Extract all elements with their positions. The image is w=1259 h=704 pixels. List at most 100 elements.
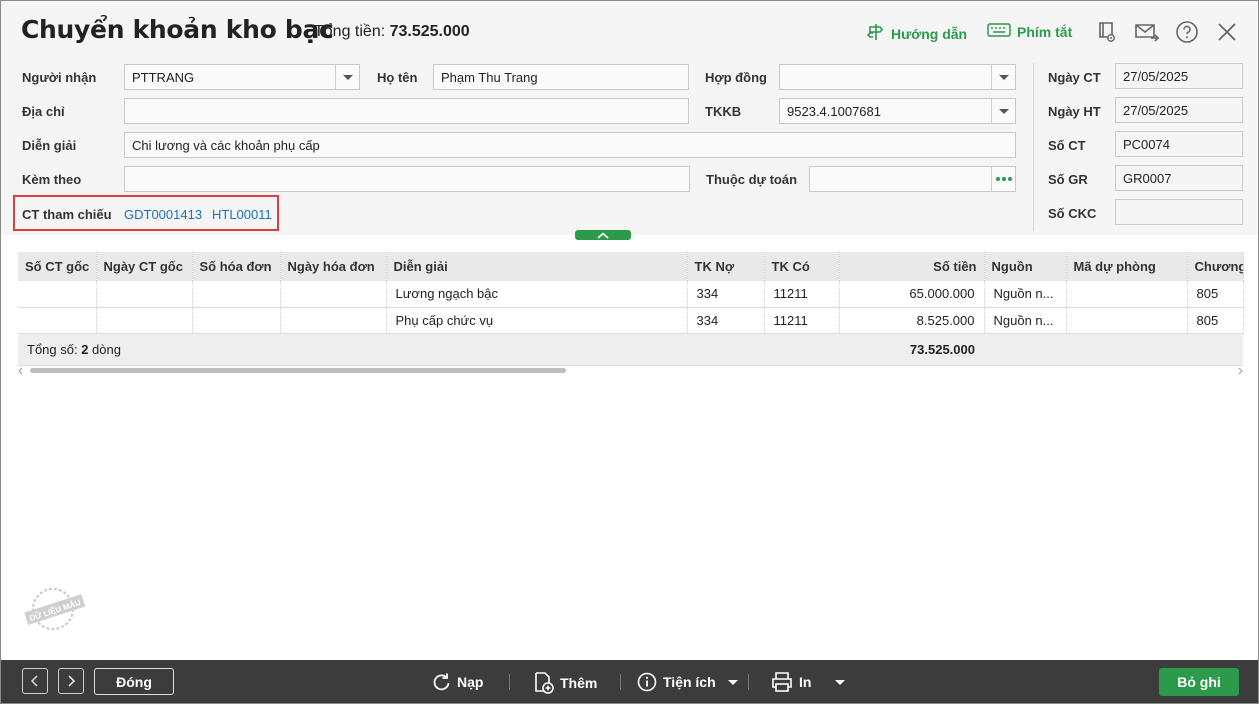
bottom-toolbar: Đóng Nạp Thêm Tiện ích In Bỏ ghi bbox=[1, 660, 1258, 703]
posting-date-field[interactable]: 27/05/2025 bbox=[1115, 97, 1243, 123]
table-cell[interactable]: 11211 bbox=[764, 307, 840, 334]
add-button[interactable]: Thêm bbox=[534, 672, 597, 694]
table-cell[interactable] bbox=[18, 307, 97, 334]
table-cell[interactable] bbox=[192, 281, 281, 308]
shortcut-label: Phím tắt bbox=[1017, 23, 1073, 40]
table-cell[interactable] bbox=[18, 281, 97, 308]
table-cell[interactable] bbox=[280, 307, 387, 334]
column-header[interactable]: Mã dự phòng bbox=[1066, 252, 1188, 281]
contract-select[interactable] bbox=[779, 64, 1016, 90]
scroll-left-icon[interactable] bbox=[18, 367, 24, 375]
table-cell[interactable]: 8.525.000 bbox=[839, 307, 985, 334]
shortcut-button[interactable]: Phím tắt bbox=[987, 23, 1072, 40]
chevron-down-icon[interactable] bbox=[991, 99, 1015, 123]
voucher-window: Chuyển khoản kho bạc Tổng tiền: 73.525.0… bbox=[0, 0, 1259, 704]
chevron-down-icon bbox=[727, 679, 738, 685]
full-name-field[interactable]: Phạm Thu Trang bbox=[433, 64, 689, 90]
help-icon[interactable] bbox=[1174, 19, 1200, 45]
table-cell[interactable]: 334 bbox=[687, 307, 765, 334]
voucher-date-field[interactable]: 27/05/2025 bbox=[1115, 63, 1243, 89]
chevron-down-icon[interactable] bbox=[991, 65, 1015, 89]
table-cell[interactable]: Lương ngạch bậc bbox=[386, 281, 688, 308]
info-icon bbox=[637, 672, 657, 692]
grid-total: 73.525.000 bbox=[839, 333, 984, 366]
page-title: Chuyển khoản kho bạc bbox=[21, 15, 334, 44]
address-label: Địa chỉ bbox=[22, 104, 65, 119]
description-field[interactable]: Chi lương và các khoản phụ cấp bbox=[124, 132, 1016, 158]
horizontal-scrollbar[interactable] bbox=[18, 367, 1243, 375]
close-button[interactable]: Đóng bbox=[94, 668, 174, 695]
table-cell[interactable]: 805 bbox=[1187, 307, 1244, 334]
treasury-account-label: TKKB bbox=[705, 104, 742, 119]
view-book-icon[interactable] bbox=[1094, 19, 1120, 45]
table-cell[interactable]: 11211 bbox=[764, 281, 840, 308]
total-amount: Tổng tiền: 73.525.000 bbox=[314, 23, 470, 41]
guide-button[interactable]: Hướng dẫn bbox=[866, 23, 967, 44]
table-cell[interactable]: Nguồn n... bbox=[984, 307, 1067, 334]
address-field[interactable] bbox=[124, 98, 689, 124]
grid-header-row: Số CT gốc Ngày CT gốc Số hóa đơn Ngày hó… bbox=[18, 252, 1244, 281]
table-cell[interactable] bbox=[280, 281, 387, 308]
column-header[interactable]: Ngày CT gốc bbox=[96, 252, 193, 281]
print-button[interactable]: In bbox=[771, 672, 846, 692]
table-cell[interactable]: 334 bbox=[687, 281, 765, 308]
send-mail-icon[interactable] bbox=[1134, 19, 1160, 45]
column-header[interactable]: Số hóa đơn bbox=[192, 252, 281, 281]
full-name-label: Họ tên bbox=[377, 70, 418, 85]
row-count: Tổng số: 2 dòng bbox=[18, 333, 839, 366]
column-header[interactable]: Chương bbox=[1187, 252, 1244, 281]
scrollbar-thumb[interactable] bbox=[30, 368, 566, 373]
column-header[interactable]: TK Nợ bbox=[687, 252, 765, 281]
treasury-account-select[interactable]: 9523.4.1007681 bbox=[779, 98, 1016, 124]
previous-button[interactable] bbox=[22, 668, 48, 694]
reload-button[interactable]: Nạp bbox=[431, 672, 483, 692]
chevron-down-icon[interactable] bbox=[835, 679, 846, 685]
table-row[interactable]: Phụ cấp chức vụ 334 11211 8.525.000 Nguồ… bbox=[18, 307, 1244, 334]
reload-label: Nạp bbox=[457, 674, 484, 690]
budget-field[interactable] bbox=[809, 166, 1016, 192]
gr-number-field[interactable]: GR0007 bbox=[1115, 165, 1243, 191]
recipient-value: PTTRANG bbox=[132, 70, 195, 85]
voucher-number-label: Số CT bbox=[1048, 138, 1086, 153]
column-header[interactable]: Ngày hóa đơn bbox=[280, 252, 387, 281]
chevron-up-icon bbox=[597, 231, 609, 239]
column-header[interactable]: Nguồn bbox=[984, 252, 1067, 281]
recipient-select[interactable]: PTTRANG bbox=[124, 64, 360, 90]
full-name-value: Phạm Thu Trang bbox=[441, 70, 538, 85]
column-header[interactable]: Diễn giải bbox=[386, 252, 688, 281]
utility-button[interactable]: Tiện ích bbox=[637, 672, 738, 692]
ckc-number-field[interactable] bbox=[1115, 199, 1243, 225]
scroll-right-icon[interactable] bbox=[1237, 367, 1243, 375]
table-cell[interactable] bbox=[96, 307, 193, 334]
table-cell[interactable]: Phụ cấp chức vụ bbox=[386, 307, 688, 334]
table-row[interactable]: Lương ngạch bậc 334 11211 65.000.000 Ngu… bbox=[18, 281, 1244, 308]
close-icon[interactable] bbox=[1214, 19, 1240, 45]
table-cell[interactable]: 65.000.000 bbox=[839, 281, 985, 308]
chevron-down-icon[interactable] bbox=[335, 65, 359, 89]
table-cell[interactable]: 805 bbox=[1187, 281, 1244, 308]
more-options-icon[interactable] bbox=[991, 167, 1015, 191]
column-header[interactable]: Số tiền bbox=[839, 252, 985, 281]
next-button[interactable] bbox=[58, 668, 84, 694]
description-value: Chi lương và các khoản phụ cấp bbox=[132, 138, 320, 153]
description-label: Diễn giải bbox=[22, 138, 77, 153]
voucher-date-value: 27/05/2025 bbox=[1123, 69, 1189, 84]
row-count-suffix: dòng bbox=[88, 341, 121, 357]
collapse-header-button[interactable] bbox=[575, 230, 631, 240]
table-cell[interactable] bbox=[1066, 281, 1188, 308]
sample-data-stamp: DỮ LIỆU MẪU bbox=[23, 586, 87, 632]
table-cell[interactable] bbox=[192, 307, 281, 334]
table-cell[interactable] bbox=[96, 281, 193, 308]
unpost-button[interactable]: Bỏ ghi bbox=[1159, 668, 1239, 696]
budget-label: Thuộc dự toán bbox=[706, 172, 798, 187]
column-header[interactable]: Số CT gốc bbox=[18, 252, 97, 281]
voucher-number-value: PC0074 bbox=[1123, 137, 1170, 152]
column-header[interactable]: TK Có bbox=[764, 252, 840, 281]
attachment-field[interactable] bbox=[124, 166, 690, 192]
voucher-number-field[interactable]: PC0074 bbox=[1115, 131, 1243, 157]
table-cell[interactable]: Nguồn n... bbox=[984, 281, 1067, 308]
add-label: Thêm bbox=[560, 675, 598, 691]
table-cell[interactable] bbox=[1066, 307, 1188, 334]
posting-date-label: Ngày HT bbox=[1048, 104, 1101, 119]
refresh-icon bbox=[433, 673, 450, 691]
